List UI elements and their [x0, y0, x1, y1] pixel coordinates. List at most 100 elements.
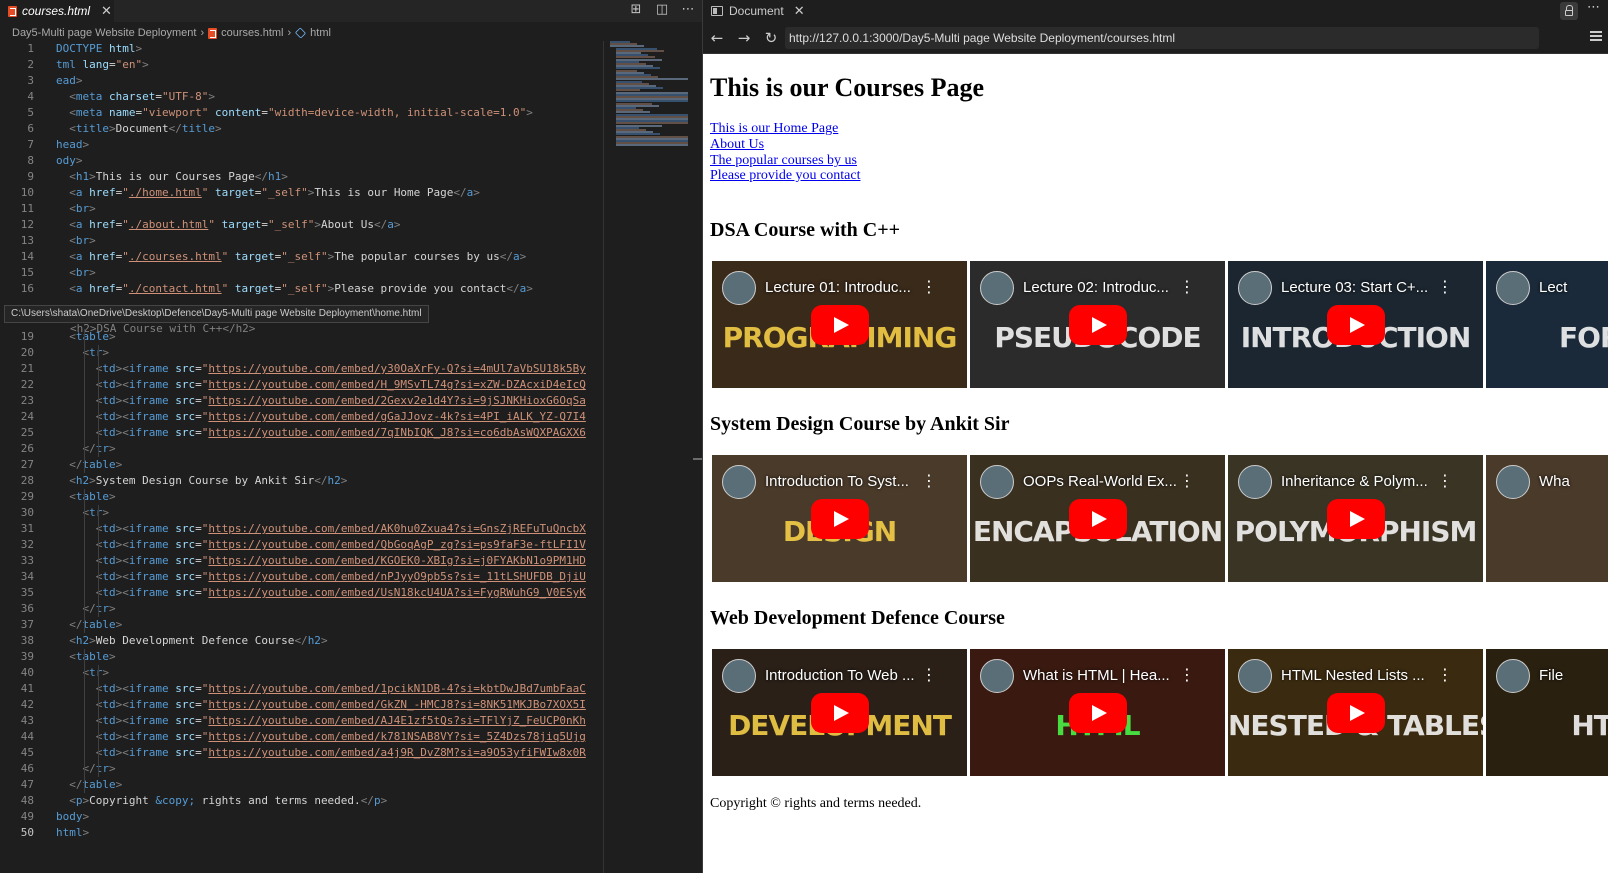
youtube-embed[interactable]: NESTED & TABLESHTML Nested Lists ...⋮: [1228, 649, 1483, 776]
code-line[interactable]: 38 <h2>Web Development Defence Course</h…: [0, 633, 603, 649]
kebab-menu-icon[interactable]: ⋮: [1179, 279, 1195, 295]
more-actions-icon[interactable]: ⋯: [681, 2, 695, 17]
code-line[interactable]: 48 <p>Copyright &copy; rights and terms …: [0, 793, 603, 809]
code-line[interactable]: 37 </table>: [0, 617, 603, 633]
code-line[interactable]: 24 <td><iframe src="https://youtube.com/…: [0, 409, 603, 425]
code-line[interactable]: 29 <table>: [0, 489, 603, 505]
channel-avatar[interactable]: [980, 271, 1014, 305]
youtube-embed[interactable]: PROGRAMMINGLecture 01: Introduc...⋮: [712, 261, 967, 388]
youtube-embed[interactable]: POLYMORPHISMInheritance & Polym...⋮: [1228, 455, 1483, 582]
code-line[interactable]: 39 <table>: [0, 649, 603, 665]
youtube-embed[interactable]: FOR LO Lect: [1486, 261, 1608, 388]
forward-arrow-icon[interactable]: →: [734, 28, 754, 48]
play-button-icon[interactable]: [1327, 499, 1385, 539]
kebab-menu-icon[interactable]: ⋮: [1179, 667, 1195, 683]
video-title[interactable]: Inheritance & Polym...: [1281, 473, 1428, 490]
video-title[interactable]: Lecture 03: Start C+...: [1281, 279, 1428, 296]
code-line[interactable]: 23 <td><iframe src="https://youtube.com/…: [0, 393, 603, 409]
channel-avatar[interactable]: [722, 659, 756, 693]
code-line[interactable]: 10 <a href="./home.html" target="_self">…: [0, 185, 603, 201]
minimap[interactable]: [610, 41, 694, 151]
youtube-embed[interactable]: DEVELOPMENTIntroduction To Web ...⋮: [712, 649, 967, 776]
channel-avatar[interactable]: [980, 659, 1014, 693]
kebab-menu-icon[interactable]: ⋮: [1437, 279, 1453, 295]
code-line[interactable]: 47 </table>: [0, 777, 603, 793]
open-preview-icon[interactable]: ⊞: [629, 2, 643, 17]
kebab-menu-icon[interactable]: ⋮: [1437, 667, 1453, 683]
code-line[interactable]: 35 <td><iframe src="https://youtube.com/…: [0, 585, 603, 601]
video-title[interactable]: Lecture 01: Introduc...: [765, 279, 911, 296]
code-line[interactable]: 20 <tr>: [0, 345, 603, 361]
code-line[interactable]: 7 head>: [0, 137, 603, 153]
code-line[interactable]: 26 </tr>: [0, 441, 603, 457]
scrollbar-thumb[interactable]: [693, 458, 702, 460]
code-line[interactable]: 13 <br>: [0, 233, 603, 249]
play-button-icon[interactable]: [811, 305, 869, 345]
play-button-icon[interactable]: [811, 499, 869, 539]
code-line[interactable]: 45 <td><iframe src="https://youtube.com/…: [0, 745, 603, 761]
code-line[interactable]: 44 <td><iframe src="https://youtube.com/…: [0, 729, 603, 745]
code-line[interactable]: 36 </tr>: [0, 601, 603, 617]
kebab-menu-icon[interactable]: ⋮: [1179, 473, 1195, 489]
kebab-menu-icon[interactable]: ⋮: [921, 473, 937, 489]
close-tab-icon[interactable]: ✕: [794, 3, 805, 19]
code-line[interactable]: 34 <td><iframe src="https://youtube.com/…: [0, 569, 603, 585]
video-title[interactable]: HTML Nested Lists ...: [1281, 667, 1425, 684]
youtube-embed[interactable]: ENCAPSULATIONOOPs Real-World Ex...⋮: [970, 455, 1225, 582]
code-line[interactable]: 4 <meta charset="UTF-8">: [0, 89, 603, 105]
code-line[interactable]: 46 </tr>: [0, 761, 603, 777]
kebab-menu-icon[interactable]: ⋮: [1437, 473, 1453, 489]
code-line[interactable]: 9 <h1>This is our Courses Page</h1>: [0, 169, 603, 185]
code-line[interactable]: 27 </table>: [0, 457, 603, 473]
code-line[interactable]: 50 html>: [0, 825, 603, 841]
reload-icon[interactable]: ↻: [761, 28, 781, 48]
code-line[interactable]: 31 <td><iframe src="https://youtube.com/…: [0, 521, 603, 537]
code-line[interactable]: 30 <tr>: [0, 505, 603, 521]
code-line[interactable]: 33 <td><iframe src="https://youtube.com/…: [0, 553, 603, 569]
youtube-embed[interactable]: HTML File: [1486, 649, 1608, 776]
code-line[interactable]: 32 <td><iframe src="https://youtube.com/…: [0, 537, 603, 553]
code-line[interactable]: 15 <br>: [0, 265, 603, 281]
code-line[interactable]: 22 <td><iframe src="https://youtube.com/…: [0, 377, 603, 393]
code-line[interactable]: 40 <tr>: [0, 665, 603, 681]
channel-avatar[interactable]: [1496, 659, 1530, 693]
play-button-icon[interactable]: [1327, 693, 1385, 733]
split-editor-icon[interactable]: ◫: [655, 2, 669, 17]
video-title[interactable]: Lecture 02: Introduc...: [1023, 279, 1169, 296]
breadcrumb-file[interactable]: courses.html: [221, 27, 283, 39]
back-arrow-icon[interactable]: ←: [707, 28, 727, 48]
url-input[interactable]: http://127.0.0.1:3000/Day5-Multi page We…: [785, 27, 1539, 49]
breadcrumb-element[interactable]: html: [310, 27, 331, 39]
courses-link[interactable]: The popular courses by us: [710, 153, 857, 169]
code-line[interactable]: 43 <td><iframe src="https://youtube.com/…: [0, 713, 603, 729]
menu-icon[interactable]: [1590, 31, 1602, 41]
kebab-menu-icon[interactable]: ⋮: [921, 279, 937, 295]
about-link[interactable]: About Us: [710, 137, 764, 153]
more-actions-icon[interactable]: ⋯: [1587, 0, 1600, 15]
play-button-icon[interactable]: [811, 693, 869, 733]
contact-link[interactable]: Please provide you contact: [710, 168, 860, 184]
code-line[interactable]: 5 <meta name="viewport" content="width=d…: [0, 105, 603, 121]
youtube-embed[interactable]: DESIGNIntroduction To Syst...⋮: [712, 455, 967, 582]
code-line[interactable]: 6 <title>Document</title>: [0, 121, 603, 137]
video-title[interactable]: Lect: [1539, 279, 1567, 296]
code-line[interactable]: 14 <a href="./courses.html" target="_sel…: [0, 249, 603, 265]
code-line[interactable]: 1 DOCTYPE html>: [0, 41, 603, 57]
code-line[interactable]: 8 ody>: [0, 153, 603, 169]
youtube-embed[interactable]: Wha: [1486, 455, 1608, 582]
code-line[interactable]: 21 <td><iframe src="https://youtube.com/…: [0, 361, 603, 377]
code-line[interactable]: 28 <h2>System Design Course by Ankit Sir…: [0, 473, 603, 489]
video-title[interactable]: File: [1539, 667, 1563, 684]
code-line[interactable]: 42 <td><iframe src="https://youtube.com/…: [0, 697, 603, 713]
channel-avatar[interactable]: [1238, 659, 1272, 693]
video-title[interactable]: OOPs Real-World Ex...: [1023, 473, 1177, 490]
channel-avatar[interactable]: [1238, 271, 1272, 305]
channel-avatar[interactable]: [1238, 465, 1272, 499]
channel-avatar[interactable]: [1496, 465, 1530, 499]
code-line[interactable]: 49 body>: [0, 809, 603, 825]
channel-avatar[interactable]: [980, 465, 1014, 499]
video-title[interactable]: Wha: [1539, 473, 1570, 490]
code-line[interactable]: 16 <a href="./contact.html" target="_sel…: [0, 281, 603, 297]
video-title[interactable]: What is HTML | Hea...: [1023, 667, 1170, 684]
code-line[interactable]: 2 tml lang="en">: [0, 57, 603, 73]
